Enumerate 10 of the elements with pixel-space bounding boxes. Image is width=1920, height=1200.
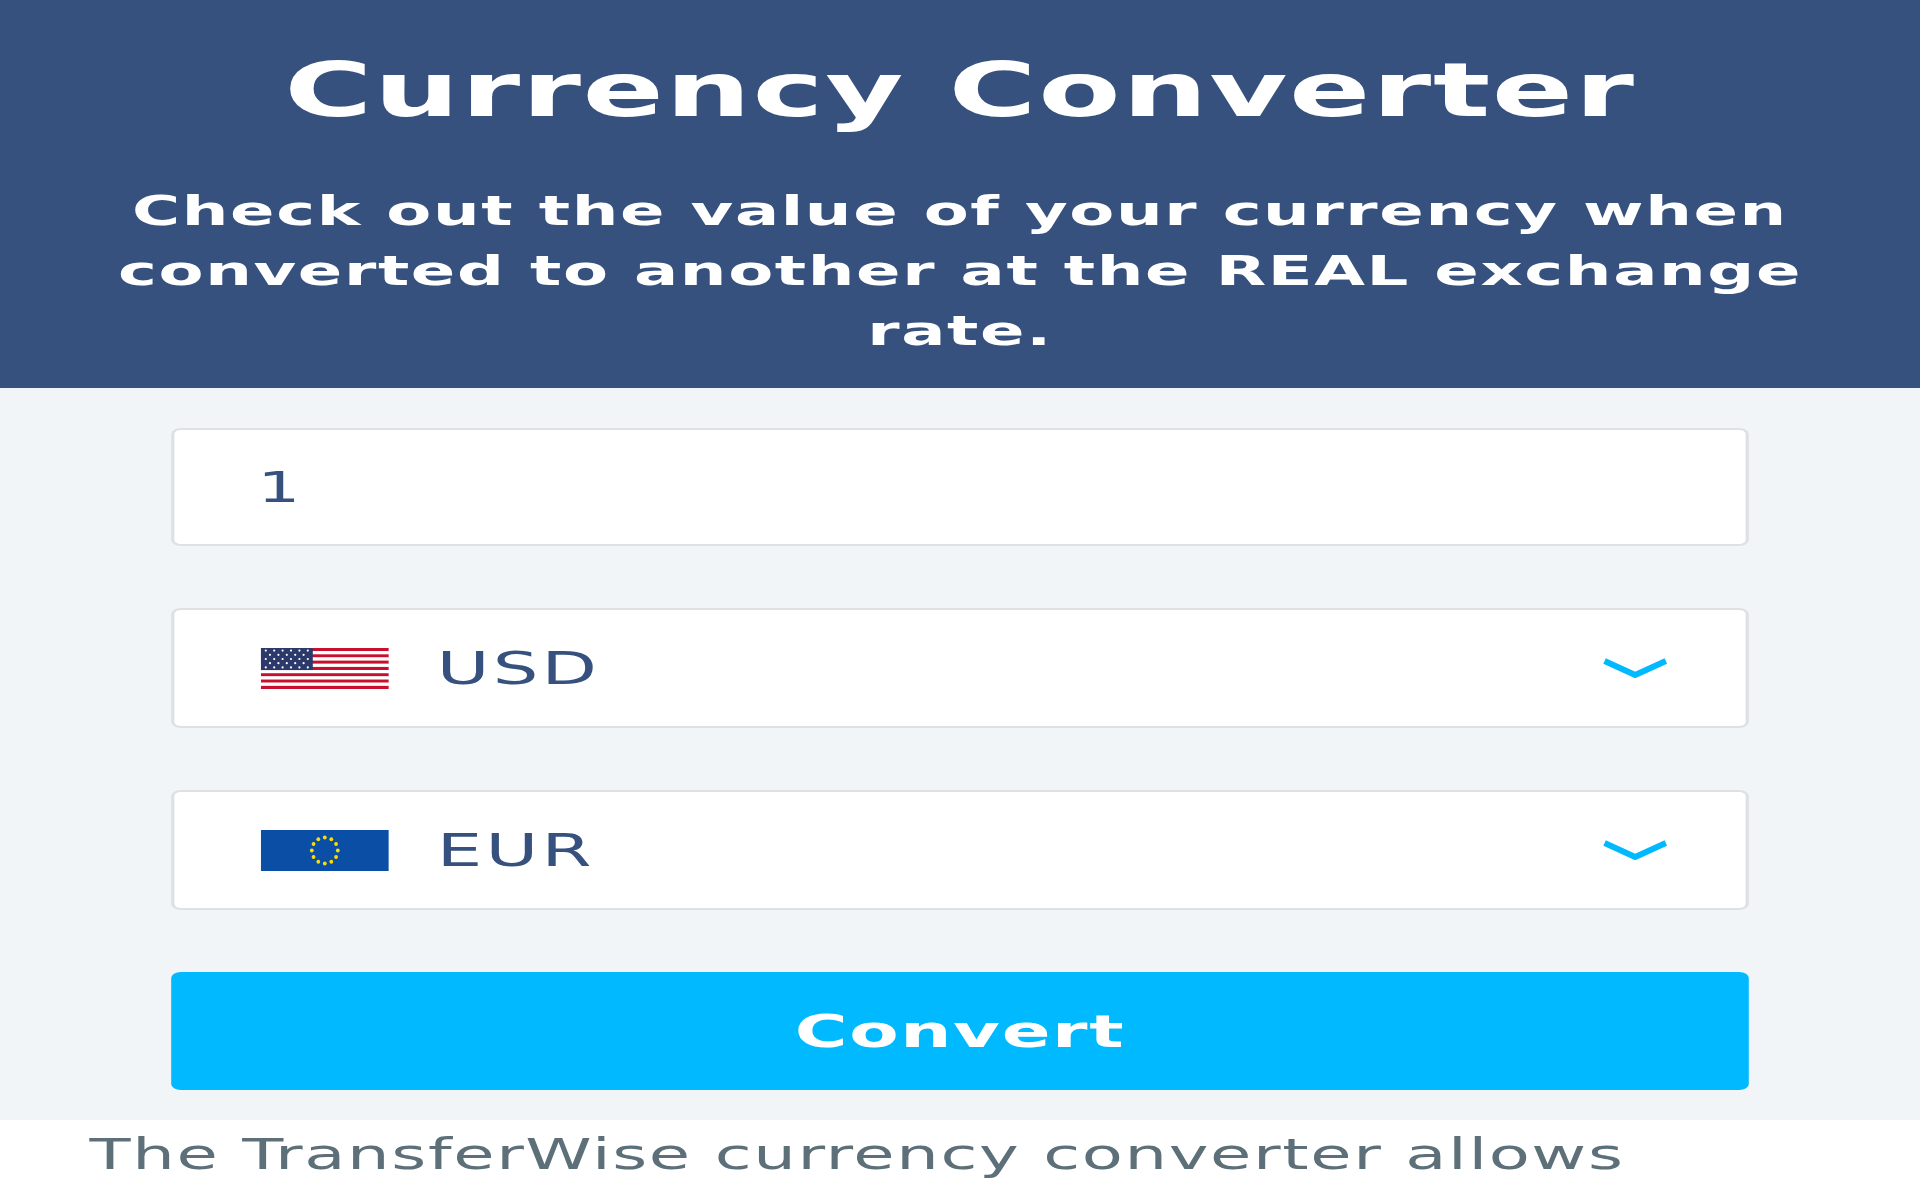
chevron-down-icon [1601, 658, 1669, 678]
page-title: Currency Converter [284, 45, 1636, 135]
chevron-down-icon [1601, 840, 1669, 860]
page-subtitle: Check out the value of your currency when converted to another at the REAL exchange rate. [117, 186, 1803, 357]
us-flag-icon [260, 647, 389, 689]
amount-field[interactable]: 1 [171, 428, 1749, 546]
currency-select[interactable]: USD [171, 608, 1749, 728]
currency-select[interactable]: EUR [171, 790, 1749, 910]
intro-text: The TransferWise currency converter allows [89, 1130, 1625, 1180]
eu-flag-icon [260, 829, 389, 871]
